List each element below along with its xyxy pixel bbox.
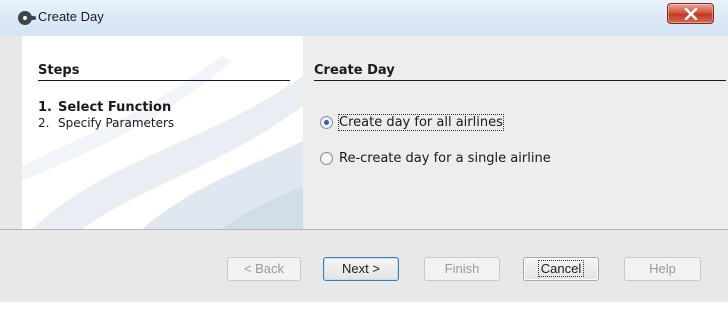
step-number: 2.	[38, 116, 50, 130]
help-button[interactable]: Help	[624, 257, 701, 281]
close-icon	[684, 8, 698, 20]
radio-label[interactable]: Re-create day for a single airline	[339, 151, 551, 166]
app-logo-icon	[18, 11, 36, 25]
next-button[interactable]: Next >	[323, 257, 399, 281]
finish-button[interactable]: Finish	[424, 257, 500, 281]
cancel-label: Cancel	[537, 260, 585, 277]
cancel-button[interactable]: Cancel	[523, 257, 599, 281]
steps-panel: Steps 1. Select Function 2. Specify Parame…	[22, 36, 303, 229]
steps-divider	[38, 80, 290, 81]
back-button[interactable]: < Back	[227, 257, 301, 281]
title-bar[interactable]: Create Day	[0, 0, 728, 36]
radio-label[interactable]: Create day for all airlines	[338, 113, 504, 131]
radio-button[interactable]	[320, 115, 333, 129]
step-number: 1.	[38, 100, 52, 115]
step-label: Select Function	[58, 100, 172, 115]
option-recreate-single-airline[interactable]: Re-create day for a single airline	[320, 150, 551, 166]
create-day-dialog: Create Day Steps 1. Select Function 2. Spe…	[0, 0, 728, 302]
step-specify-parameters: 2. Specify Parameters	[38, 116, 174, 130]
radio-button[interactable]	[320, 151, 333, 165]
page-title: Create Day	[314, 63, 395, 78]
step-label: Specify Parameters	[58, 116, 175, 130]
wizard-content: Steps 1. Select Function 2. Specify Parame…	[22, 36, 728, 229]
page-title-divider	[314, 80, 726, 81]
window-title: Create Day	[38, 9, 104, 24]
close-button[interactable]	[667, 3, 714, 24]
window-bottom-edge	[0, 302, 728, 309]
option-create-all-airlines[interactable]: Create day for all airlines	[320, 113, 504, 131]
step-select-function: 1. Select Function	[38, 100, 171, 115]
button-bar: < Back Next > Finish Cancel Help	[0, 230, 728, 302]
steps-heading: Steps	[38, 63, 80, 78]
